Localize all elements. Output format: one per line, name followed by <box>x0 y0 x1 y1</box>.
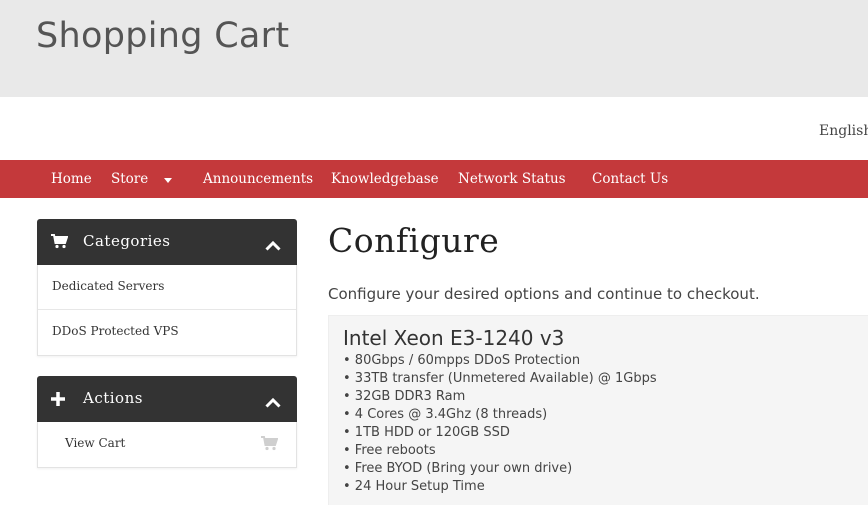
nav-item-announcements[interactable]: Announcements <box>203 171 313 187</box>
plus-icon <box>51 391 65 410</box>
shopping-cart-icon <box>51 234 69 253</box>
nav-item-contact-us[interactable]: Contact Us <box>592 171 668 187</box>
sidebar-item-label: DDoS Protected VPS <box>52 324 179 338</box>
sidebar-item-label: Dedicated Servers <box>52 279 165 293</box>
categories-panel-header[interactable]: Categories <box>37 219 297 265</box>
actions-list: View Cart <box>37 422 297 468</box>
list-item: • 32GB DDR3 Ram <box>343 389 466 404</box>
chevron-down-icon[interactable] <box>164 178 172 183</box>
categories-list: Dedicated Servers DDoS Protected VPS <box>37 265 297 356</box>
configure-heading: Configure <box>328 221 500 260</box>
language-selector[interactable]: English <box>819 123 868 139</box>
nav-item-network-status[interactable]: Network Status <box>458 171 566 187</box>
nav-item-home[interactable]: Home <box>51 171 92 187</box>
nav-item-store[interactable]: Store <box>111 171 148 187</box>
actions-title: Actions <box>83 389 143 407</box>
product-name: Intel Xeon E3-1240 v3 <box>343 326 565 350</box>
list-item: • 80Gbps / 60mpps DDoS Protection <box>343 353 581 368</box>
list-item: • Free BYOD (Bring your own drive) <box>343 461 573 476</box>
shopping-cart-icon <box>261 436 279 455</box>
chevron-up-icon[interactable] <box>265 236 281 255</box>
chevron-up-icon[interactable] <box>265 393 281 412</box>
actions-panel-header[interactable]: Actions <box>37 376 297 422</box>
sidebar-item-view-cart[interactable]: View Cart <box>38 422 296 467</box>
nav-item-knowledgebase[interactable]: Knowledgebase <box>331 171 439 187</box>
site-header: Shopping Cart <box>0 0 868 97</box>
page-title: Shopping Cart <box>36 16 290 56</box>
list-item: • 24 Hour Setup Time <box>343 479 485 494</box>
list-item: • 4 Cores @ 3.4Ghz (8 threads) <box>343 407 548 422</box>
sidebar-item-ddos-protected-vps[interactable]: DDoS Protected VPS <box>38 310 296 355</box>
configure-subheading: Configure your desired options and conti… <box>328 285 760 303</box>
sidebar-item-label: View Cart <box>65 436 126 450</box>
list-item: • 33TB transfer (Unmetered Available) @ … <box>343 371 657 386</box>
language-bar <box>0 97 868 160</box>
sidebar-item-dedicated-servers[interactable]: Dedicated Servers <box>38 265 296 310</box>
categories-title: Categories <box>83 232 171 250</box>
product-info-box: Intel Xeon E3-1240 v3 • 80Gbps / 60mpps … <box>328 315 868 505</box>
list-item: • Free reboots <box>343 443 436 458</box>
list-item: • 1TB HDD or 120GB SSD <box>343 425 510 440</box>
product-feature-list: • 80Gbps / 60mpps DDoS Protection • 33TB… <box>343 352 657 496</box>
